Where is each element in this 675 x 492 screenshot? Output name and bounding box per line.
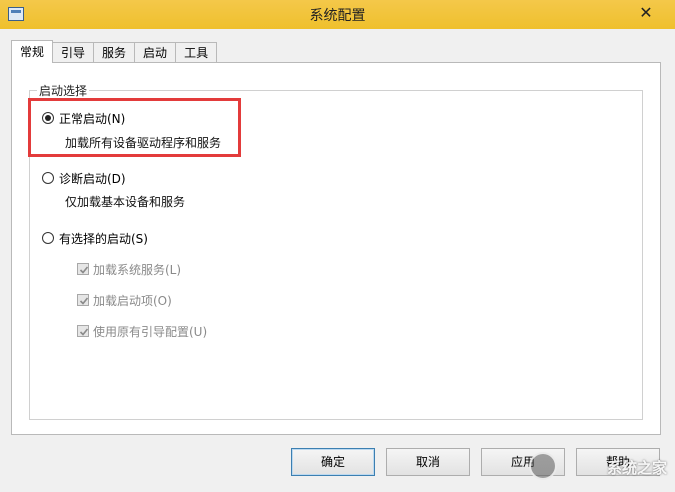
diagnostic-startup-label[interactable]: 诊断启动(D) — [59, 170, 126, 187]
checkmark-icon — [79, 266, 89, 274]
watermark-text: 系统之家 — [606, 459, 667, 477]
selective-startup-label[interactable]: 有选择的启动(S) — [59, 230, 148, 247]
checkmark-icon — [79, 328, 89, 336]
group-title: 启动选择 — [37, 82, 90, 99]
tab-services[interactable]: 服务 — [93, 42, 136, 63]
tab-startup[interactable]: 启动 — [134, 42, 177, 63]
tab-general[interactable]: 常规 — [11, 40, 54, 63]
cancel-button[interactable]: 取消 — [386, 448, 470, 476]
use-original-boot-config-label: 使用原有引导配置(U) — [93, 325, 208, 339]
highlight-box — [28, 98, 241, 157]
tab-boot[interactable]: 引导 — [52, 42, 95, 63]
tab-tools[interactable]: 工具 — [175, 42, 218, 63]
checkmark-icon — [79, 297, 89, 305]
use-original-boot-config-checkbox[interactable] — [77, 325, 89, 337]
ok-button[interactable]: 确定 — [291, 448, 375, 476]
selective-startup-radio[interactable] — [42, 232, 54, 244]
load-startup-items-checkbox[interactable] — [77, 294, 89, 306]
watermark-logo-icon — [529, 452, 557, 480]
close-icon[interactable]: ✕ — [631, 2, 661, 24]
tab-strip: 常规 引导 服务 启动 工具 — [11, 40, 218, 63]
load-system-services-checkbox[interactable] — [77, 263, 89, 275]
load-startup-items-label: 加载启动项(O) — [93, 294, 172, 308]
window-title: 系统配置 — [309, 8, 366, 24]
diagnostic-startup-desc: 仅加载基本设备和服务 — [65, 195, 186, 209]
title-bar: 系统配置 ✕ — [0, 0, 675, 29]
load-system-services-label: 加载系统服务(L) — [93, 263, 182, 277]
diagnostic-startup-radio[interactable] — [42, 172, 54, 184]
